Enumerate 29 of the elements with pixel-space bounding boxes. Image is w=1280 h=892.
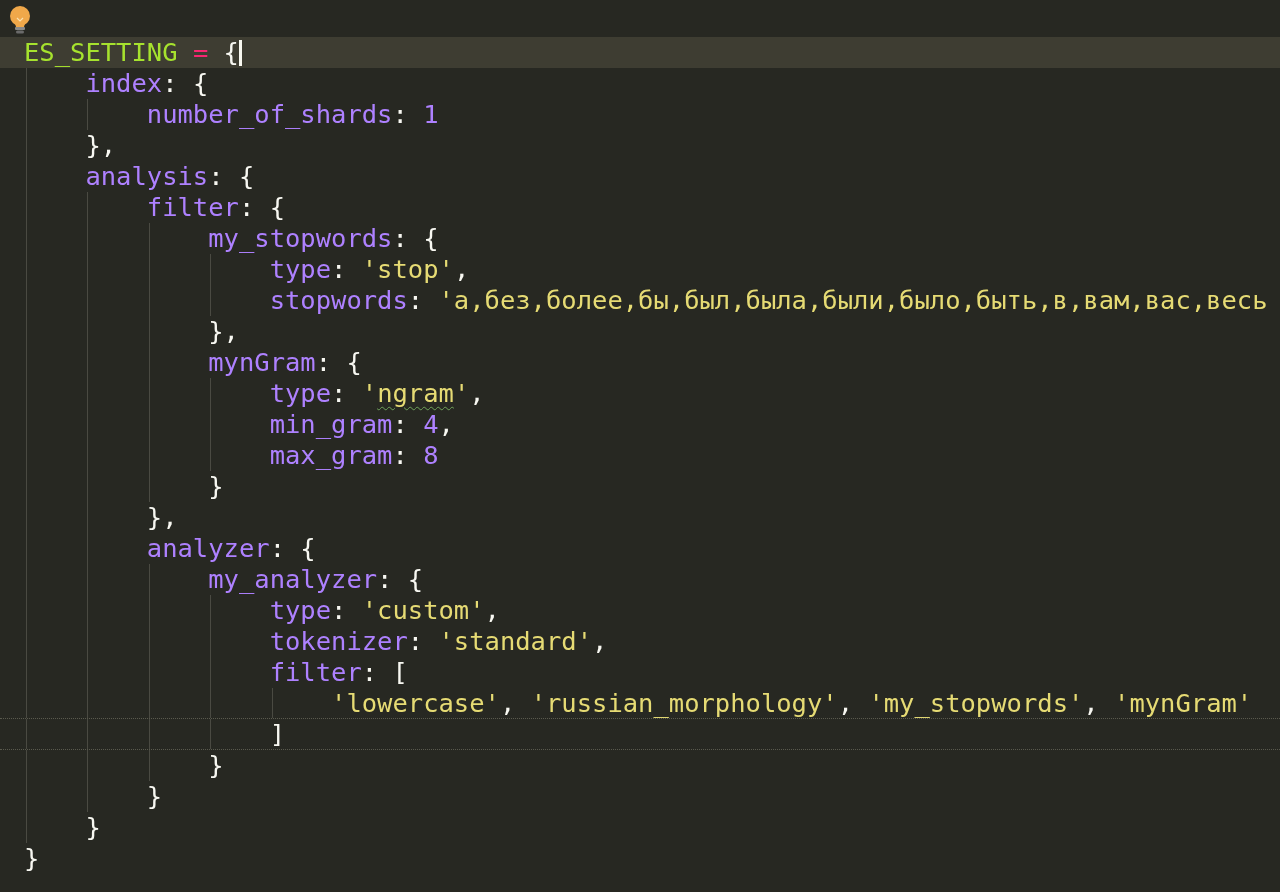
code-line: }	[146, 781, 163, 812]
code-line: my_analyzer: {	[208, 564, 424, 595]
code-line: }	[24, 843, 40, 874]
code-line: number_of_shards: 1	[146, 99, 439, 130]
code-line: },	[208, 316, 239, 347]
code-line: },	[85, 130, 117, 161]
code-line: type: 'custom',	[269, 595, 500, 626]
code-line: 'lowercase', 'russian_morphology', 'my_stopwords', 'mynGram'	[331, 688, 1253, 718]
code-line: stopwords: 'а,без,более,бы,был,была,были,было,быть,в,вам,вас,весь	[269, 285, 1268, 316]
code-line: type: 'ngram',	[269, 378, 485, 409]
code-line: ES_SETTING = {	[24, 37, 239, 68]
code-line: analysis: {	[85, 161, 255, 192]
code-line: tokenizer: 'standard',	[269, 626, 608, 657]
code-line: filter: {	[146, 192, 285, 223]
code-line: }	[85, 812, 101, 843]
lightbulb-icon[interactable]	[8, 5, 32, 35]
code-line: }	[208, 471, 224, 502]
code-line: my_stopwords: {	[208, 223, 439, 254]
code-line: }	[208, 750, 224, 781]
code-line: analyzer: {	[146, 533, 316, 564]
code-line: mynGram: {	[208, 347, 362, 378]
text-cursor	[238, 39, 242, 66]
code-line: min_gram: 4,	[269, 409, 454, 440]
code-line: max_gram: 8	[269, 440, 439, 471]
code-line: ]	[269, 719, 285, 749]
code-line: filter: [	[269, 657, 408, 688]
code-line: type: 'stop',	[269, 254, 470, 285]
code-line: },	[146, 502, 178, 533]
code-line: index: {	[85, 68, 209, 99]
